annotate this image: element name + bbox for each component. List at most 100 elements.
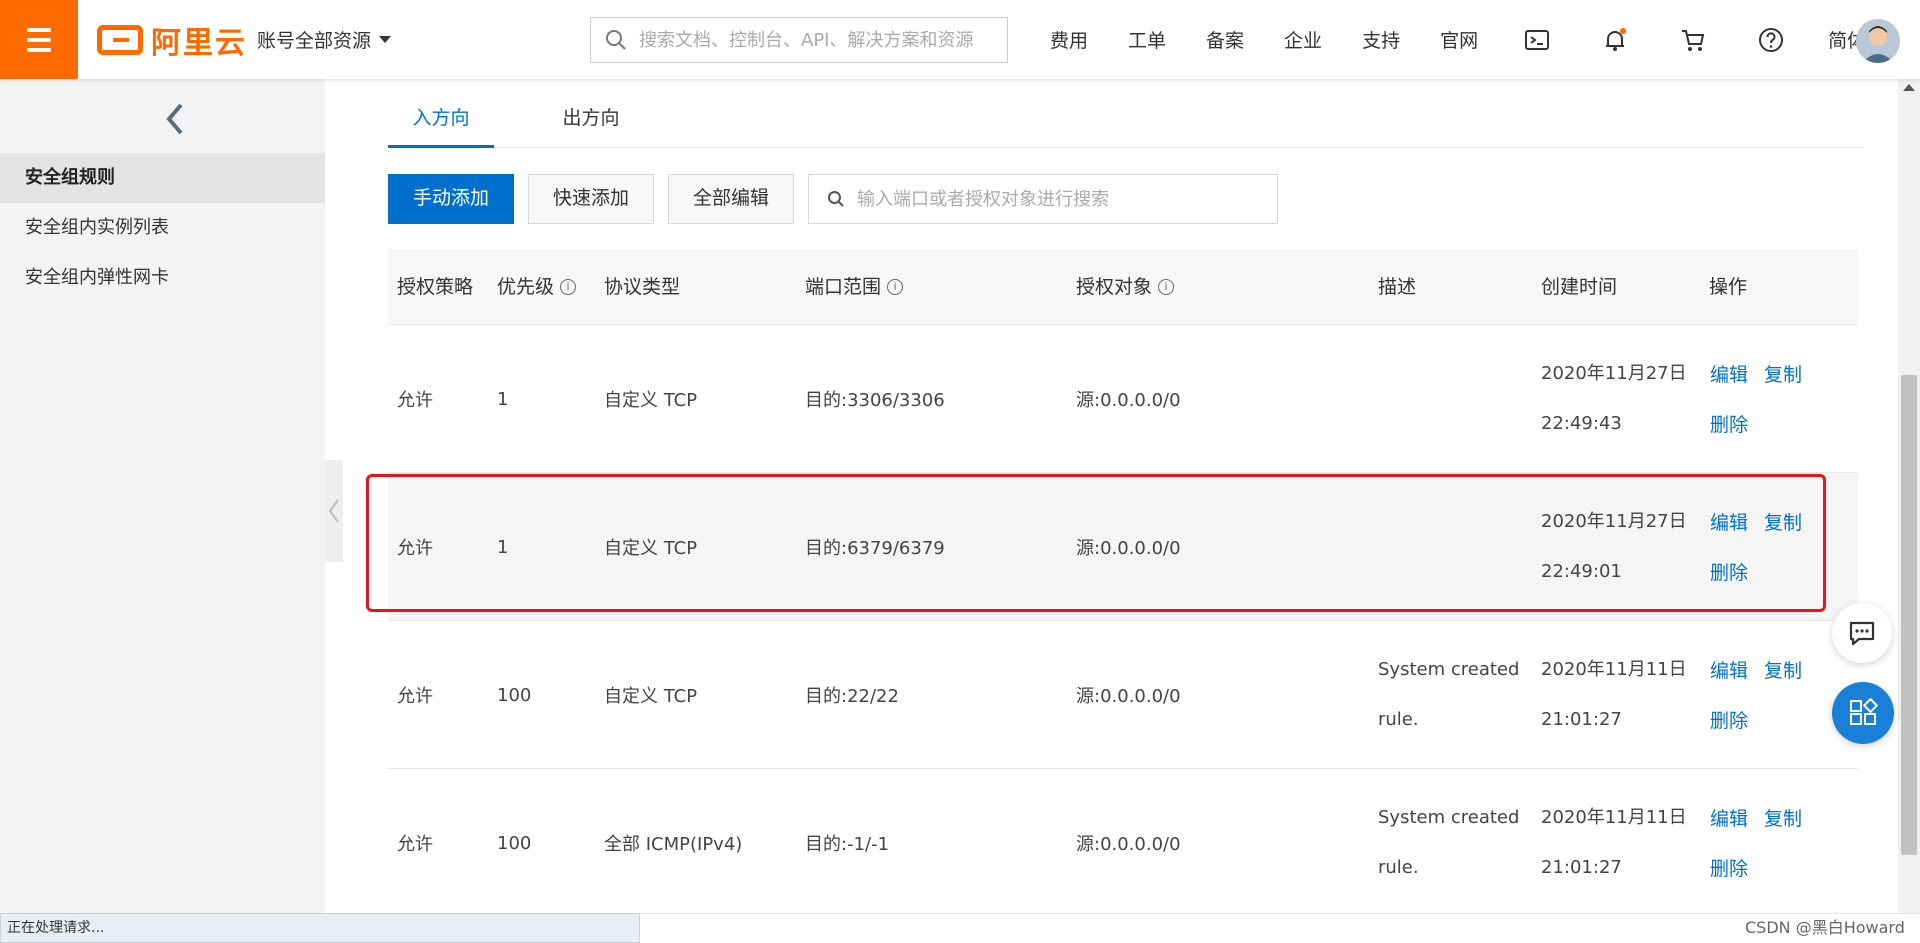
- nav-fees[interactable]: 费用: [1030, 26, 1108, 53]
- cell-policy: 允许: [397, 686, 433, 707]
- created-time: 22:49:01: [1541, 561, 1622, 582]
- created-date: 2020年11月27日: [1541, 511, 1687, 532]
- cell-port: 目的:6379/6379: [805, 538, 945, 559]
- desc-line: System created: [1378, 807, 1520, 828]
- nav-tickets[interactable]: 工单: [1108, 26, 1186, 53]
- cell-priority: 100: [497, 832, 532, 854]
- delete-link[interactable]: 删除: [1710, 858, 1748, 880]
- terminal-icon[interactable]: [1498, 0, 1576, 79]
- global-search[interactable]: [590, 17, 1008, 63]
- cell-created: 2020年11月11日 21:01:27: [1541, 769, 1687, 917]
- scrollbar-thumb[interactable]: [1901, 375, 1917, 855]
- header-created: 创建时间: [1541, 249, 1617, 325]
- edit-all-button[interactable]: 全部编辑: [668, 174, 795, 224]
- chevron-left-icon: [328, 499, 339, 523]
- search-icon: [606, 30, 626, 50]
- edit-link[interactable]: 编辑: [1710, 804, 1748, 830]
- delete-link[interactable]: 删除: [1710, 710, 1748, 732]
- cell-policy: 允许: [397, 834, 433, 855]
- cell-created: 2020年11月27日 22:49:43: [1541, 325, 1687, 473]
- global-search-input[interactable]: [639, 29, 999, 51]
- scroll-up-arrow-icon[interactable]: [1903, 84, 1915, 91]
- nav-official-site[interactable]: 官网: [1420, 26, 1498, 53]
- row-actions: 编辑 复制 删除: [1710, 508, 1820, 585]
- quick-add-button[interactable]: 快速添加: [528, 174, 655, 224]
- tab-inbound[interactable]: 入方向: [388, 97, 494, 148]
- chat-fab-button[interactable]: [1832, 603, 1892, 663]
- cart-icon[interactable]: [1654, 0, 1732, 79]
- delete-link[interactable]: 删除: [1710, 414, 1748, 436]
- created-time: 21:01:27: [1541, 857, 1622, 878]
- header-actions: 操作: [1709, 249, 1747, 325]
- edit-link[interactable]: 编辑: [1710, 508, 1748, 534]
- avatar-image: [1856, 19, 1900, 63]
- created-date: 2020年11月11日: [1541, 659, 1687, 680]
- search-icon: [828, 191, 844, 207]
- info-icon[interactable]: i: [887, 279, 904, 295]
- table-row: 允许 100 全部 ICMP(IPv4) 目的:-1/-1 源:0.0.0.0/…: [388, 769, 1858, 917]
- copy-link[interactable]: 复制: [1764, 360, 1802, 386]
- cell-protocol: 全部 ICMP(IPv4): [604, 834, 743, 855]
- created-time: 22:49:43: [1541, 413, 1622, 434]
- browser-status-bar: 正在处理请求...: [0, 913, 640, 943]
- cell-port: 目的:-1/-1: [805, 834, 890, 855]
- desc-line: rule.: [1378, 709, 1419, 730]
- header-policy: 授权策略: [397, 249, 473, 325]
- cell-protocol: 自定义 TCP: [604, 686, 698, 707]
- info-icon[interactable]: i: [560, 279, 577, 295]
- created-date: 2020年11月27日: [1541, 363, 1687, 384]
- header-protocol-label: 协议类型: [604, 276, 681, 298]
- bottom-divider: [640, 913, 1920, 943]
- nav-enterprise[interactable]: 企业: [1264, 26, 1342, 53]
- manual-add-button[interactable]: 手动添加: [388, 174, 515, 224]
- logo-mark-icon: [97, 25, 143, 55]
- menu-line: [27, 27, 51, 32]
- edit-link[interactable]: 编辑: [1710, 656, 1748, 682]
- rule-search-input[interactable]: [857, 188, 1278, 210]
- watermark-text: CSDN @黑白Howard: [1745, 918, 1905, 937]
- cell-created: 2020年11月11日 21:01:27: [1541, 621, 1687, 769]
- cell-port: 目的:3306/3306: [805, 390, 945, 411]
- caret-down-icon: [379, 36, 392, 43]
- cell-source: 源:0.0.0.0/0: [1076, 538, 1181, 559]
- rule-search[interactable]: [808, 174, 1279, 224]
- avatar[interactable]: [1856, 19, 1900, 63]
- apps-icon: [1850, 698, 1878, 725]
- header-desc: 描述: [1378, 249, 1416, 325]
- account-label: 账号全部资源: [257, 30, 372, 52]
- nav-support[interactable]: 支持: [1342, 26, 1420, 53]
- table-header: 授权策略 优先级 i 协议类型 端口范围 i 授权对象 i 描述 创建时间 操作: [388, 249, 1858, 325]
- help-icon[interactable]: [1732, 0, 1810, 79]
- apps-fab-button[interactable]: [1832, 682, 1894, 744]
- hamburger-menu-button[interactable]: [0, 0, 78, 79]
- copy-link[interactable]: 复制: [1764, 656, 1802, 682]
- header-port: 端口范围 i: [805, 249, 904, 325]
- sidebar-item-eni[interactable]: 安全组内弹性网卡: [0, 253, 325, 303]
- aliyun-logo[interactable]: 阿里云: [97, 20, 247, 61]
- bell-icon[interactable]: [1576, 0, 1654, 79]
- header-policy-label: 授权策略: [397, 276, 474, 298]
- account-resources-dropdown[interactable]: 账号全部资源: [257, 26, 392, 53]
- sidebar-item-rules[interactable]: 安全组规则: [0, 153, 325, 203]
- cell-source: 源:0.0.0.0/0: [1076, 686, 1181, 707]
- created-time: 21:01:27: [1541, 709, 1622, 730]
- header-created-label: 创建时间: [1541, 276, 1618, 298]
- tab-outbound[interactable]: 出方向: [538, 97, 644, 148]
- copy-link[interactable]: 复制: [1764, 508, 1802, 534]
- sidebar-item-instances[interactable]: 安全组内实例列表: [0, 203, 325, 253]
- nav-icp[interactable]: 备案: [1186, 26, 1264, 53]
- logo-text: 阿里云: [151, 26, 247, 61]
- info-icon[interactable]: i: [1158, 279, 1175, 295]
- delete-link[interactable]: 删除: [1710, 562, 1748, 584]
- cell-protocol: 自定义 TCP: [604, 390, 698, 411]
- copy-link[interactable]: 复制: [1764, 804, 1802, 830]
- cell-priority: 1: [497, 536, 509, 558]
- chat-icon: [1849, 621, 1875, 646]
- edit-link[interactable]: 编辑: [1710, 360, 1748, 386]
- table-row: 允许 100 自定义 TCP 目的:22/22 源:0.0.0.0/0 Syst…: [388, 621, 1858, 769]
- cell-source: 源:0.0.0.0/0: [1076, 390, 1181, 411]
- header-source: 授权对象 i: [1076, 249, 1175, 325]
- sidebar-toggle-handle[interactable]: [325, 460, 343, 562]
- collapse-sidebar-button[interactable]: [160, 99, 190, 139]
- cell-protocol: 自定义 TCP: [604, 538, 698, 559]
